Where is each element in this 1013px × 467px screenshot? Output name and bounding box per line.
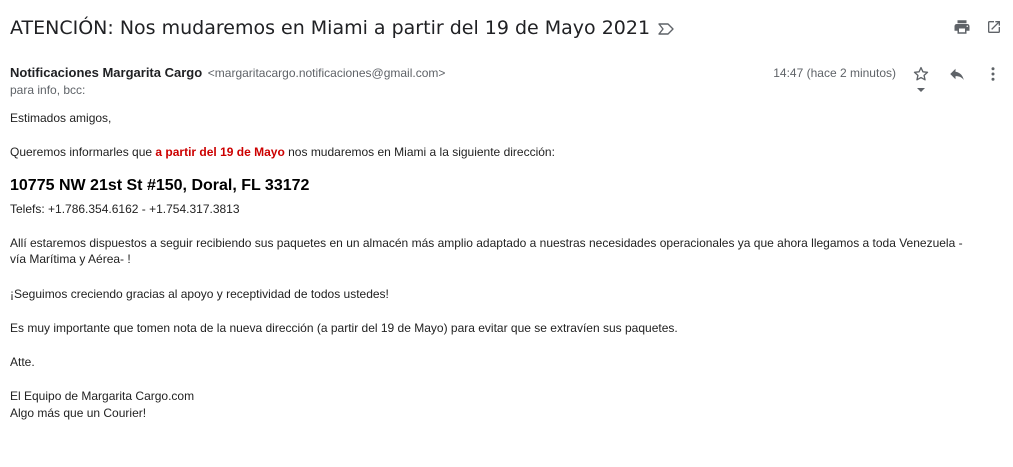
phone-numbers: Telefs: +1.786.354.6162 - +1.754.317.381… bbox=[10, 202, 240, 216]
main-paragraph: Allí estaremos dispuestos a seguir recib… bbox=[10, 236, 963, 266]
subject-toolbar bbox=[953, 18, 1003, 36]
recipients: para info, bcc: bbox=[10, 83, 86, 97]
note-paragraph: Es muy importante que tomen nota de la n… bbox=[10, 321, 678, 335]
intro-before: Queremos informarles que bbox=[10, 145, 156, 159]
chevron-down-icon[interactable] bbox=[917, 88, 925, 92]
new-address: 10775 NW 21st St #150, Doral, FL 33172 bbox=[10, 177, 310, 194]
open-in-new-window-icon[interactable] bbox=[985, 18, 1003, 36]
intro-after: nos mudaremos en Miami a la siguiente di… bbox=[284, 145, 555, 159]
signature-line-2: Algo más que un Courier! bbox=[10, 406, 147, 420]
message-actions bbox=[911, 64, 1003, 84]
message-time: 14:47 (hace 2 minutos) bbox=[773, 66, 896, 80]
thanks-paragraph: ¡Seguimos creciendo gracias al apoyo y r… bbox=[10, 287, 389, 301]
closing: Atte. bbox=[10, 355, 35, 369]
email-subject-text: ATENCIÓN: Nos mudaremos en Miami a parti… bbox=[10, 17, 651, 39]
reply-icon[interactable] bbox=[947, 64, 967, 84]
sender-name[interactable]: Notificaciones Margarita Cargo bbox=[10, 65, 202, 80]
signature-line-1: El Equipo de Margarita Cargo.com bbox=[10, 389, 195, 403]
more-vertical-icon[interactable] bbox=[983, 64, 1003, 84]
message-header: Notificaciones Margarita Cargo <margarit… bbox=[10, 64, 1003, 100]
print-icon[interactable] bbox=[953, 18, 971, 36]
intro-highlight: a partir del 19 de Mayo bbox=[155, 145, 285, 159]
intro-paragraph: Queremos informarles que a partir del 19… bbox=[10, 144, 555, 160]
email-subject: ATENCIÓN: Nos mudaremos en Miami a parti… bbox=[10, 14, 674, 43]
greeting: Estimados amigos, bbox=[10, 111, 112, 125]
label-arrow-icon[interactable] bbox=[658, 15, 674, 43]
subject-bar: ATENCIÓN: Nos mudaremos en Miami a parti… bbox=[10, 14, 1003, 44]
sender-email: <margaritacargo.notificaciones@gmail.com… bbox=[207, 66, 446, 80]
star-icon[interactable] bbox=[911, 64, 931, 84]
